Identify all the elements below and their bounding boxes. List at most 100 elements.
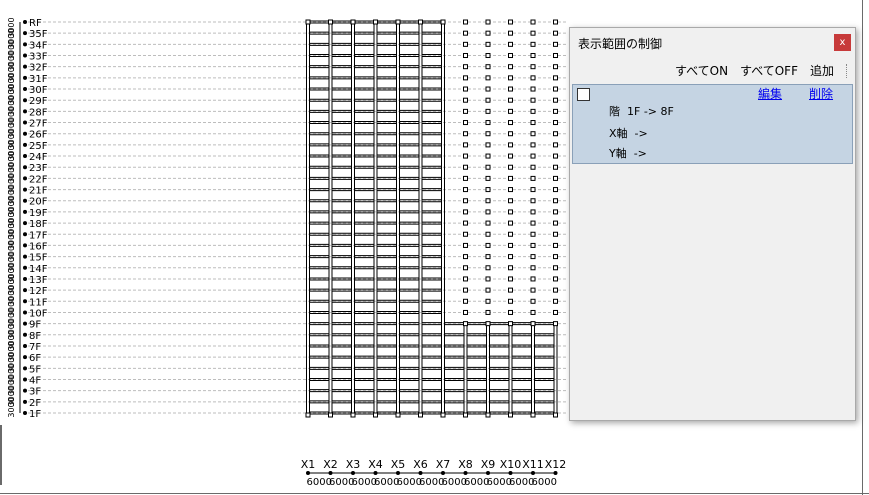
story-height-label: 3000 [7,17,16,37]
unused-node [508,131,513,137]
floor-label: 7F [29,342,41,353]
unused-node [508,265,513,271]
unused-node [553,131,558,137]
unused-node [463,276,468,282]
unused-node [553,254,558,260]
all-on-button[interactable]: すべてON [675,62,728,79]
column-top-node [530,321,536,327]
floor-node [23,254,27,259]
unused-node [530,231,536,237]
range-item[interactable]: 編集 削除 階 1F -> 8F X軸 -> Y軸 -> [572,84,853,164]
floor-label: 19F [29,208,48,219]
unused-node [485,97,491,103]
unused-node [530,53,536,59]
unused-node [508,287,513,293]
unused-node [463,198,468,204]
floor-node [23,31,27,36]
unused-node [530,209,536,215]
column-base-node [463,412,468,418]
unused-node [530,276,536,282]
floor-label: RF [29,18,42,29]
unused-node [553,209,558,215]
axis-node [463,471,468,475]
unused-node [485,287,491,293]
unused-node [508,175,513,181]
unused-node [530,298,536,304]
delete-link[interactable]: 削除 [809,85,833,102]
unused-node [508,209,513,215]
unused-node [485,64,491,70]
floor-node [23,366,27,371]
floor-label: 25F [29,141,48,152]
floor-node [23,131,27,136]
axis-label: X9 [481,458,496,471]
unused-node [485,276,491,282]
axis-label: X2 [323,458,338,471]
unused-node [530,198,536,204]
floor-node [23,332,27,337]
unused-node [508,53,513,59]
column-base-node [418,412,423,418]
all-off-button[interactable]: すべてOFF [740,62,798,79]
span-label: 6000 [532,477,557,488]
unused-node [530,153,536,159]
unused-node [508,86,513,92]
unused-node [508,64,513,70]
unused-node [485,242,491,248]
unused-node [530,142,536,148]
floor-label: 5F [29,364,41,375]
range-item-checkbox[interactable] [577,88,590,101]
column-base-node [395,412,401,418]
unused-node [485,209,491,215]
floor-node [23,299,27,304]
unused-node [553,231,558,237]
unused-node [463,53,468,59]
add-button[interactable]: 追加 [810,62,834,79]
floor-node [23,42,27,47]
column-base-node [350,412,356,418]
unused-node [463,164,468,170]
unused-node [553,64,558,70]
unused-node [463,298,468,304]
unused-node [463,19,468,25]
unused-node [553,86,558,92]
floor-node [23,120,27,125]
unused-node [508,164,513,170]
floor-node [23,310,27,315]
dialog-title: 表示範囲の制御 [578,37,663,51]
unused-node [508,19,513,25]
floor-label: 29F [29,96,48,107]
unused-node [508,108,513,114]
floor-label: 10F [29,308,48,319]
column-top-node [395,19,401,25]
unused-node [553,175,558,181]
axis-label: X12 [545,458,567,471]
unused-node [463,175,468,181]
column-top-node [508,321,513,327]
unused-node [530,164,536,170]
floor-node [23,232,27,237]
floor-node [23,243,27,248]
display-range-dialog[interactable]: 表示範囲の制御 x すべてON すべてOFF 追加 編集 削除 階 1F -> … [569,27,856,421]
axis-node [396,471,400,475]
floor-label: 9F [29,320,41,331]
unused-node [485,120,491,126]
floor-label: 15F [29,253,48,264]
edit-link[interactable]: 編集 [758,85,782,102]
floor-node [23,98,27,103]
unused-node [463,309,468,315]
floor-node [23,87,27,92]
floor-label: 22F [29,174,48,185]
floor-node [23,75,27,80]
unused-node [530,75,536,81]
floor-label: 32F [29,63,48,74]
axis-node [553,471,558,475]
close-button[interactable]: x [834,34,851,51]
toolbar-grip[interactable] [846,63,849,78]
floor-node [23,276,27,281]
unused-node [530,309,536,315]
axis-label: X1 [301,458,316,471]
unused-node [553,120,558,126]
column-top-node [328,19,333,25]
axis-node [531,471,535,475]
